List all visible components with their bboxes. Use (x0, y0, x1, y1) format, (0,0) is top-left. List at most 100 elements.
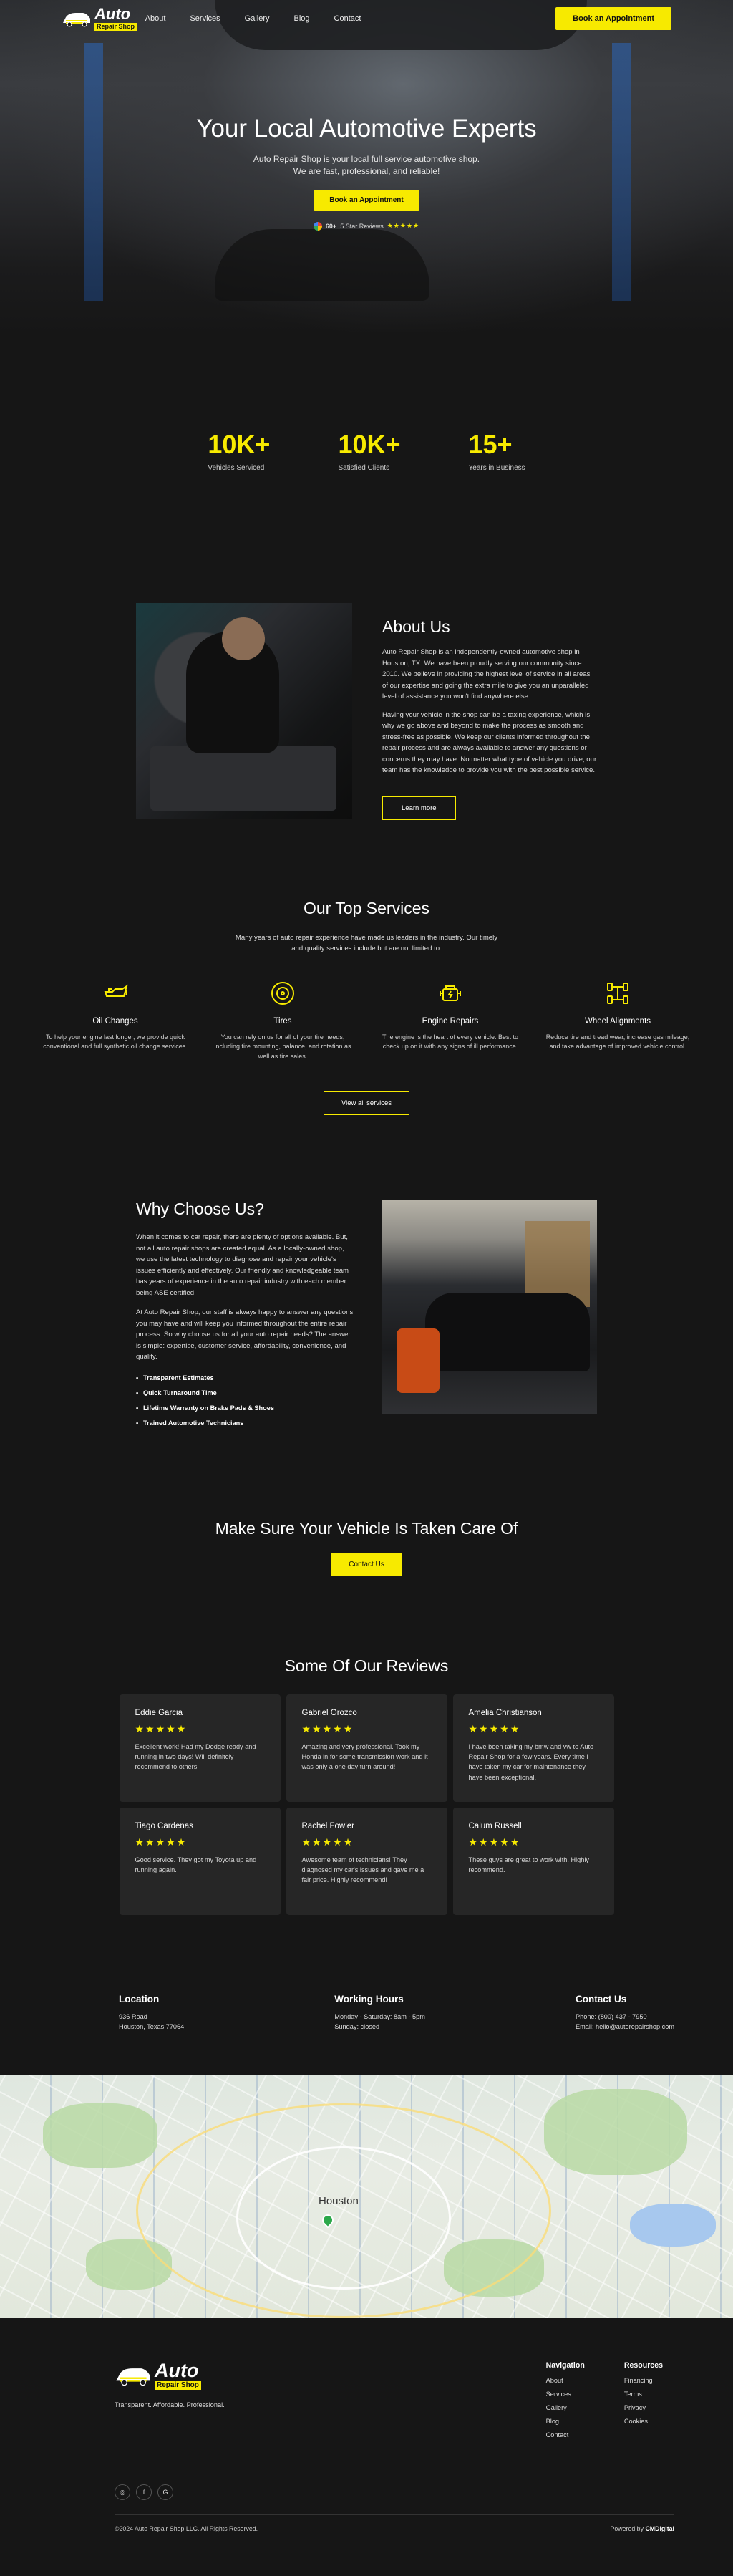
star-rating-icon: ★★★★★ (301, 1835, 354, 1848)
stat-label: Years in Business (468, 464, 525, 472)
why-list-item: Trained Automotive Technicians (136, 1419, 354, 1427)
hero-content: Your Local Automotive Experts Auto Repai… (0, 115, 733, 231)
about-title: About Us (382, 617, 450, 636)
car-logo-icon (63, 13, 90, 27)
hero-book-button[interactable]: Book an Appointment (314, 189, 419, 211)
stat-label: Satisfied Clients (338, 464, 390, 472)
reviewer-name: Amelia Christianson (468, 1708, 542, 1717)
service-desc: Reduce tire and tread wear, increase gas… (545, 1033, 690, 1051)
service-oil-changes: Oil Changes To help your engine last lon… (42, 980, 189, 1062)
footer-link-financing[interactable]: Financing (624, 2377, 663, 2384)
footer-link-cookies[interactable]: Cookies (624, 2418, 663, 2425)
instagram-icon[interactable]: ◎ (115, 2484, 130, 2501)
stats-section: 10K+ Vehicles Serviced 10K+ Satisfied Cl… (0, 430, 733, 530)
about-image-head (222, 617, 265, 660)
stat-vehicles: 10K+ Vehicles Serviced (208, 430, 270, 530)
services-list: Oil Changes To help your engine last lon… (0, 980, 733, 1062)
footer-link-blog[interactable]: Blog (546, 2418, 585, 2425)
why-text: Why Choose Us? When it comes to car repa… (136, 1200, 354, 1434)
services-intro: Many years of auto repair experience hav… (235, 933, 498, 953)
nav-services[interactable]: Services (190, 14, 220, 23)
footer-link-gallery[interactable]: Gallery (546, 2404, 585, 2411)
service-desc: To help your engine last longer, we prov… (43, 1033, 188, 1051)
footer-resources-title: Resources (623, 2361, 663, 2370)
footer-link-terms[interactable]: Terms (624, 2391, 663, 2398)
google-icon (313, 221, 322, 231)
review-text: I have been taking my bmw and vw to Auto… (468, 1742, 594, 1781)
reviews-label: 5 Star Reviews (340, 222, 384, 230)
stat-clients: 10K+ Satisfied Clients (338, 430, 400, 530)
location-map[interactable]: Houston (0, 2075, 733, 2319)
tire-icon (271, 981, 294, 1005)
powered-by-link[interactable]: CMDigital (645, 2525, 674, 2532)
about-image-mechanic (136, 603, 352, 819)
footer-columns: Navigation About Services Gallery Blog C… (546, 2361, 663, 2445)
review-card: Tiago Cardenas ★★★★★ Good service. They … (119, 1807, 281, 1915)
star-rating-icon: ★★★★★ (468, 1835, 521, 1848)
review-card: Eddie Garcia ★★★★★ Excellent work! Had m… (119, 1694, 281, 1802)
about-paragraph-2: Having your vehicle in the shop can be a… (382, 710, 597, 775)
logo-sub: Repair Shop (94, 23, 137, 31)
why-list: Transparent Estimates Quick Turnaround T… (136, 1374, 354, 1427)
footer-link-privacy[interactable]: Privacy (624, 2404, 663, 2411)
services-section: Our Top Services Many years of auto repa… (0, 899, 733, 1116)
view-all-services-button[interactable]: View all services (323, 1091, 410, 1116)
map-city-label: Houston (319, 2195, 359, 2208)
footer-link-contact[interactable]: Contact (546, 2431, 585, 2438)
service-title: Wheel Alignments (584, 1016, 651, 1026)
nav-about[interactable]: About (145, 14, 166, 23)
reviews-title: Some Of Our Reviews (284, 1656, 449, 1675)
hours-weekdays: Monday - Saturday: 8am - 5pm (334, 2012, 425, 2020)
footer-nav-title: Navigation (545, 2361, 585, 2370)
header-book-button[interactable]: Book an Appointment (555, 7, 671, 30)
footer-navigation: Navigation About Services Gallery Blog C… (546, 2361, 585, 2445)
logo-sub: Repair Shop (155, 2381, 201, 2391)
star-rating-icon: ★★★★★ (301, 1722, 354, 1735)
stat-years: 15+ Years in Business (469, 430, 525, 530)
about-text: About Us Auto Repair Shop is an independ… (382, 603, 597, 820)
learn-more-button[interactable]: Learn more (382, 796, 456, 820)
footer-link-services[interactable]: Services (546, 2391, 585, 2398)
contact-title: Contact Us (575, 1993, 627, 2005)
oil-can-icon (104, 984, 128, 997)
service-wheel-alignments: Wheel Alignments Reduce tire and tread w… (544, 980, 691, 1062)
contact-email[interactable]: Email: hello@autorepairshop.com (576, 2022, 674, 2032)
nav-blog[interactable]: Blog (293, 14, 309, 23)
service-desc: The engine is the heart of every vehicle… (382, 1033, 519, 1051)
location-block: Location 936 Road Houston, Texas 77064 (119, 1994, 184, 2032)
engine-icon (440, 985, 461, 1001)
star-rating-icon: ★★★★★ (135, 1835, 188, 1848)
service-title: Tires (273, 1016, 292, 1026)
service-title: Engine Repairs (422, 1016, 479, 1026)
contact-us-button[interactable]: Contact Us (331, 1552, 402, 1576)
star-rating-icon: ★★★★★ (135, 1722, 188, 1735)
contact-phone[interactable]: Phone: (800) 437 - 7950 (576, 2012, 674, 2022)
reviewer-name: Gabriel Orozco (301, 1708, 357, 1717)
site-logo[interactable]: Auto Repair Shop (62, 6, 137, 31)
logo-name: Auto (155, 2360, 199, 2382)
location-title: Location (119, 1993, 160, 2005)
facebook-icon[interactable]: f (136, 2484, 152, 2501)
map-park (544, 2089, 687, 2176)
why-paragraph-2: At Auto Repair Shop, our staff is always… (136, 1308, 354, 1361)
reviews-grid: Eddie Garcia ★★★★★ Excellent work! Had m… (0, 1694, 733, 1915)
service-tires: Tires You can rely on us for all of your… (209, 980, 356, 1062)
hero-reviews-badge[interactable]: 60+ 5 Star Reviews ★★★★★ (0, 221, 733, 231)
review-card: Calum Russell ★★★★★ These guys are great… (452, 1807, 614, 1915)
reviewer-name: Calum Russell (468, 1821, 522, 1830)
google-icon[interactable]: G (157, 2484, 173, 2501)
nav-gallery[interactable]: Gallery (245, 14, 270, 23)
service-engine-repairs: Engine Repairs The engine is the heart o… (377, 980, 524, 1062)
footer-bottom-bar: ©2024 Auto Repair Shop LLC. All Rights R… (115, 2514, 674, 2532)
footer-link-about[interactable]: About (546, 2377, 585, 2384)
why-paragraph-1: When it comes to car repair, there are p… (136, 1233, 349, 1297)
why-title: Why Choose Us? (136, 1200, 264, 1219)
review-text: Awesome team of technicians! They diagno… (301, 1856, 424, 1884)
why-list-item: Quick Turnaround Time (136, 1389, 354, 1396)
wheel-alignment-icon (607, 982, 628, 1004)
reviews-section: Some Of Our Reviews Eddie Garcia ★★★★★ E… (0, 1656, 733, 1915)
review-card: Gabriel Orozco ★★★★★ Amazing and very pr… (286, 1694, 447, 1802)
nav-contact[interactable]: Contact (334, 14, 361, 23)
service-desc: You can rely on us for all of your tire … (214, 1033, 351, 1060)
service-title: Oil Changes (92, 1016, 138, 1026)
